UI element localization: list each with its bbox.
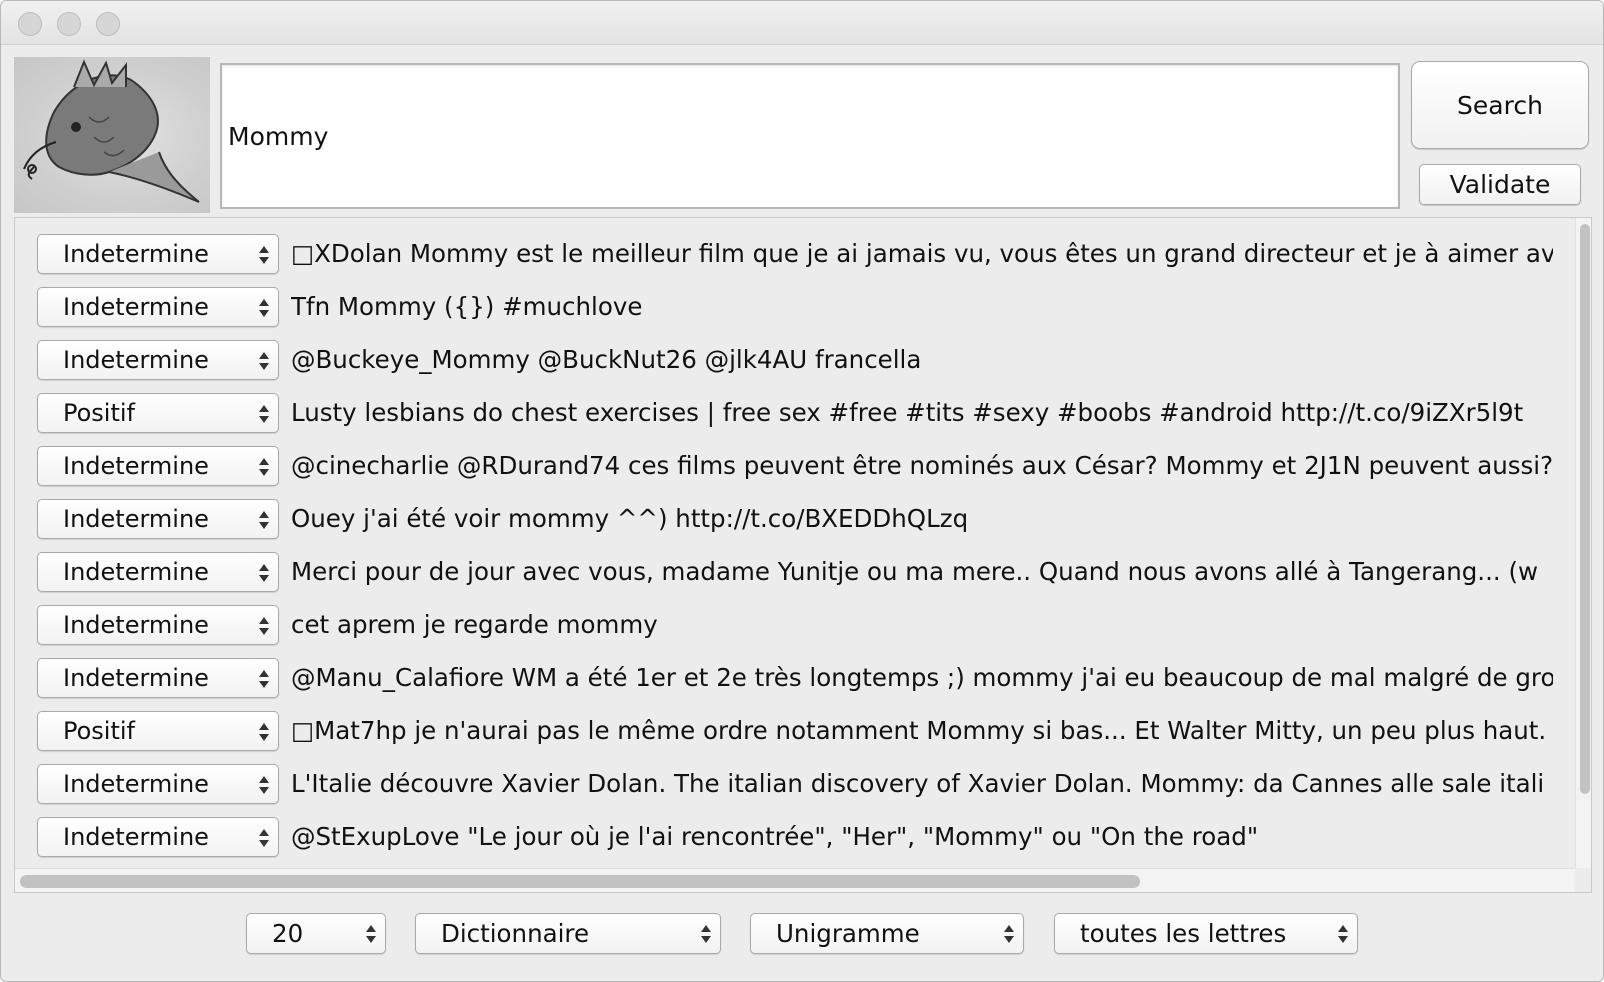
select-arrows-icon bbox=[258, 827, 270, 849]
count-select[interactable]: 20 bbox=[246, 913, 386, 954]
select-arrows-icon bbox=[258, 244, 270, 266]
tweet-text: @Manu_Calafiore WM a été 1er et 2e très … bbox=[291, 663, 1553, 692]
sentiment-value: Indetermine bbox=[63, 823, 209, 851]
sentiment-select[interactable]: Indetermine bbox=[37, 340, 279, 380]
sentiment-value: Positif bbox=[63, 717, 135, 745]
select-arrows-icon bbox=[1003, 923, 1015, 945]
select-arrows-icon bbox=[258, 509, 270, 531]
tweet-text: @StExupLove "Le jour où je l'ai rencontr… bbox=[291, 822, 1259, 851]
sentiment-value: Indetermine bbox=[63, 558, 209, 586]
tweet-text: □Mat7hp je n'aurai pas le même ordre not… bbox=[291, 716, 1547, 745]
select-arrows-icon bbox=[258, 456, 270, 478]
tweet-text: Lusty lesbians do chest exercises | free… bbox=[291, 398, 1524, 427]
sentiment-select[interactable]: Indetermine bbox=[37, 446, 279, 486]
select-arrows-icon bbox=[258, 668, 270, 690]
ngram-value: Unigramme bbox=[776, 919, 920, 948]
result-row: Indetermine Tfn Mommy ({}) #muchlove bbox=[15, 287, 1555, 339]
tweet-text: cet aprem je regarde mommy bbox=[291, 610, 658, 639]
sentiment-value: Indetermine bbox=[63, 452, 209, 480]
horizontal-scroll-thumb[interactable] bbox=[20, 875, 1140, 888]
result-row: Indetermine □XDolan Mommy est le meilleu… bbox=[15, 234, 1555, 286]
dragon-fish-logo bbox=[14, 57, 210, 213]
sentiment-select[interactable]: Indetermine bbox=[37, 605, 279, 645]
sentiment-select[interactable]: Indetermine bbox=[37, 658, 279, 698]
select-arrows-icon bbox=[258, 297, 270, 319]
sentiment-value: Indetermine bbox=[63, 505, 209, 533]
sentiment-value: Indetermine bbox=[63, 240, 209, 268]
select-arrows-icon bbox=[700, 923, 712, 945]
result-row: Indetermine Merci pour de jour avec vous… bbox=[15, 552, 1555, 604]
tweet-text: L'Italie découvre Xavier Dolan. The ital… bbox=[291, 769, 1545, 798]
result-row: Indetermine L'Italie découvre Xavier Dol… bbox=[15, 764, 1555, 816]
sentiment-value: Indetermine bbox=[63, 346, 209, 374]
sentiment-select[interactable]: Positif bbox=[37, 711, 279, 751]
tweet-text: @Buckeye_Mommy @BuckNut26 @jlk4AU france… bbox=[291, 345, 922, 374]
results-list: Indetermine □XDolan Mommy est le meilleu… bbox=[14, 217, 1592, 893]
select-arrows-icon bbox=[258, 403, 270, 425]
result-row: Positif Lusty lesbians do chest exercise… bbox=[15, 393, 1555, 445]
result-row: Indetermine Ouey j'ai été voir mommy ^^)… bbox=[15, 499, 1555, 551]
result-row: Indetermine @cinecharlie @RDurand74 ces … bbox=[15, 446, 1555, 498]
tweet-text: @cinecharlie @RDurand74 ces films peuven… bbox=[291, 451, 1553, 480]
vertical-scroll-thumb[interactable] bbox=[1580, 224, 1590, 794]
sentiment-select[interactable]: Indetermine bbox=[37, 817, 279, 857]
tweet-text: Ouey j'ai été voir mommy ^^) http://t.co… bbox=[291, 504, 969, 533]
validate-button[interactable]: Validate bbox=[1419, 164, 1581, 205]
sentiment-select[interactable]: Indetermine bbox=[37, 234, 279, 274]
result-row: Indetermine cet aprem je regarde mommy bbox=[15, 605, 1555, 657]
sentiment-value: Indetermine bbox=[63, 293, 209, 321]
result-row: Indetermine @Buckeye_Mommy @BuckNut26 @j… bbox=[15, 340, 1555, 392]
select-arrows-icon bbox=[258, 562, 270, 584]
method-value: Dictionnaire bbox=[441, 919, 590, 948]
tweet-text: Tfn Mommy ({}) #muchlove bbox=[291, 292, 643, 321]
count-value: 20 bbox=[272, 919, 304, 948]
select-arrows-icon bbox=[258, 350, 270, 372]
search-button[interactable]: Search bbox=[1411, 61, 1589, 149]
query-input[interactable]: Mommy bbox=[220, 63, 1400, 209]
result-row: Positif □Mat7hp je n'aurai pas le même o… bbox=[15, 711, 1555, 763]
sentiment-value: Indetermine bbox=[63, 770, 209, 798]
select-arrows-icon bbox=[258, 615, 270, 637]
select-arrows-icon bbox=[365, 923, 377, 945]
sentiment-select[interactable]: Indetermine bbox=[37, 764, 279, 804]
sentiment-select[interactable]: Indetermine bbox=[37, 552, 279, 592]
sentiment-select[interactable]: Indetermine bbox=[37, 287, 279, 327]
select-arrows-icon bbox=[258, 774, 270, 796]
letters-value: toutes les lettres bbox=[1080, 919, 1287, 948]
result-row: Indetermine @StExupLove "Le jour où je l… bbox=[15, 817, 1555, 869]
dragon-fish-icon bbox=[23, 59, 200, 203]
sentiment-value: Indetermine bbox=[63, 611, 209, 639]
sentiment-select[interactable]: Positif bbox=[37, 393, 279, 433]
title-bar bbox=[1, 1, 1603, 45]
horizontal-scrollbar[interactable] bbox=[15, 868, 1575, 892]
vertical-scrollbar[interactable] bbox=[1575, 218, 1591, 868]
result-row: Indetermine @Manu_Calafiore WM a été 1er… bbox=[15, 658, 1555, 710]
select-arrows-icon bbox=[1337, 923, 1349, 945]
app-window: Mommy Search Validate Indetermine □XDola… bbox=[0, 0, 1604, 982]
sentiment-select[interactable]: Indetermine bbox=[37, 499, 279, 539]
sentiment-value: Positif bbox=[63, 399, 135, 427]
select-arrows-icon bbox=[258, 721, 270, 743]
ngram-select[interactable]: Unigramme bbox=[750, 913, 1024, 954]
zoom-window-button[interactable] bbox=[96, 12, 120, 36]
sentiment-value: Indetermine bbox=[63, 664, 209, 692]
tweet-text: Merci pour de jour avec vous, madame Yun… bbox=[291, 557, 1539, 586]
close-window-button[interactable] bbox=[18, 12, 42, 36]
minimize-window-button[interactable] bbox=[57, 12, 81, 36]
method-select[interactable]: Dictionnaire bbox=[415, 913, 721, 954]
letters-select[interactable]: toutes les lettres bbox=[1054, 913, 1358, 954]
tweet-text: □XDolan Mommy est le meilleur film que j… bbox=[291, 239, 1553, 268]
